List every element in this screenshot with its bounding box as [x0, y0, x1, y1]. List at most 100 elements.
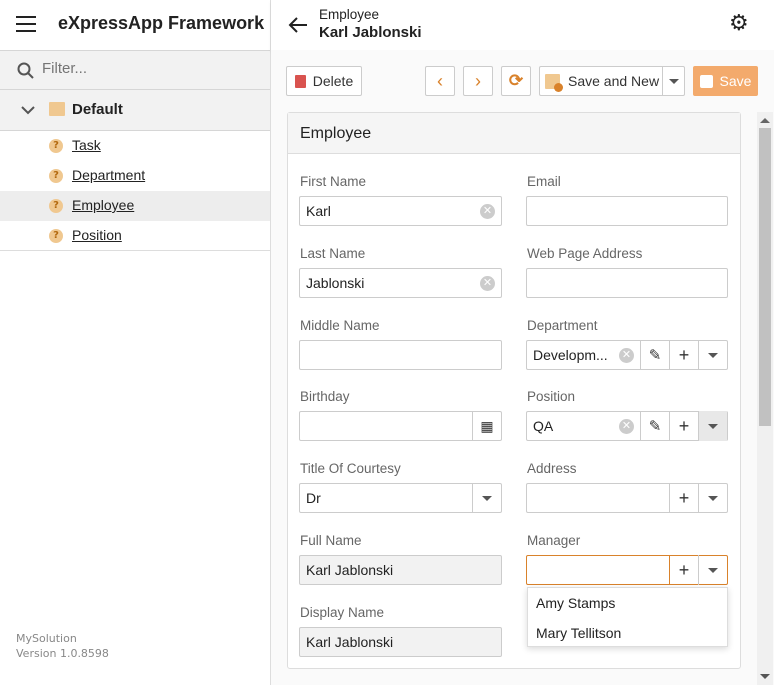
web-page-input[interactable] — [526, 268, 728, 298]
add-button[interactable]: + — [669, 483, 698, 513]
dropdown-button[interactable] — [698, 411, 727, 441]
filter-input[interactable] — [40, 59, 260, 78]
edit-button[interactable]: ✎ — [640, 340, 669, 370]
scroll-up-icon[interactable] — [760, 118, 770, 123]
position-lookup[interactable]: QA ✕ ✎ + — [526, 411, 728, 441]
save-options-dropdown[interactable] — [662, 67, 685, 95]
next-button[interactable]: › — [463, 66, 493, 96]
address-lookup[interactable]: + — [526, 483, 728, 513]
hamburger-icon[interactable] — [16, 16, 36, 32]
nav-item-department[interactable]: ? Department — [0, 161, 270, 191]
email-input[interactable] — [526, 196, 728, 226]
plus-icon: + — [678, 559, 690, 580]
department-value: Developm... — [533, 347, 608, 363]
nav-item-task[interactable]: ? Task — [0, 131, 270, 161]
save-new-icon — [545, 73, 563, 92]
nav-item-label[interactable]: Employee — [72, 197, 134, 213]
middle-name-label: Middle Name — [300, 318, 380, 333]
caret-down-icon — [708, 423, 718, 429]
filter-box — [0, 50, 270, 90]
nav-group-default[interactable]: Default — [0, 90, 270, 131]
manager-lookup[interactable]: + — [526, 555, 728, 585]
first-name-value: Karl — [306, 203, 331, 219]
form-group-title: Employee — [288, 113, 740, 154]
header: Employee Karl Jablonski ⚙ — [271, 0, 774, 50]
chevron-left-icon: ‹ — [437, 70, 443, 91]
title-of-courtesy-label: Title Of Courtesy — [300, 461, 401, 476]
chevron-down-icon — [21, 106, 35, 115]
nav-item-label[interactable]: Department — [72, 167, 145, 183]
last-name-input[interactable]: Jablonski ✕ — [299, 268, 502, 298]
caret-down-icon — [708, 567, 718, 573]
birthday-input[interactable]: ▦ — [299, 411, 502, 441]
save-and-new-button[interactable]: Save and New — [539, 66, 685, 96]
clear-icon[interactable]: ✕ — [480, 204, 495, 219]
unknown-object-icon: ? — [49, 229, 63, 243]
sidebar: eXpressApp Framework Default ? Task ? Depa… — [0, 0, 271, 685]
nav-group-label: Default — [72, 101, 123, 118]
add-button[interactable]: + — [669, 555, 698, 585]
first-name-input[interactable]: Karl ✕ — [299, 196, 502, 226]
nav-item-label[interactable]: Task — [72, 137, 101, 153]
refresh-icon: ⟳ — [508, 71, 524, 90]
caret-down-icon — [708, 352, 718, 358]
trash-icon — [294, 74, 306, 88]
plus-icon: + — [678, 487, 690, 508]
clear-icon[interactable]: ✕ — [480, 276, 495, 291]
middle-name-input[interactable] — [299, 340, 502, 370]
edit-button[interactable]: ✎ — [640, 411, 669, 441]
add-button[interactable]: + — [669, 411, 698, 441]
clear-icon[interactable]: ✕ — [619, 419, 634, 434]
back-arrow-icon[interactable] — [288, 16, 308, 34]
first-name-label: First Name — [300, 174, 367, 189]
last-name-value: Jablonski — [306, 275, 365, 291]
full-name-value: Karl Jablonski — [306, 562, 394, 578]
view-subtitle: Employee — [319, 7, 380, 22]
version-label: Version 1.0.8598 — [16, 647, 109, 660]
address-label: Address — [527, 461, 577, 476]
view-title: Karl Jablonski — [319, 24, 422, 41]
refresh-button[interactable]: ⟳ — [501, 66, 531, 96]
display-name-field: Karl Jablonski — [299, 627, 502, 657]
clear-icon[interactable]: ✕ — [619, 348, 634, 363]
gear-icon[interactable]: ⚙ — [729, 11, 749, 36]
dropdown-button[interactable] — [698, 340, 727, 370]
display-name-label: Display Name — [300, 605, 385, 620]
full-name-field: Karl Jablonski — [299, 555, 502, 585]
email-label: Email — [527, 174, 561, 189]
pencil-icon: ✎ — [648, 347, 662, 364]
department-lookup[interactable]: Developm... ✕ ✎ + — [526, 340, 728, 370]
folder-icon — [49, 102, 65, 116]
title-of-courtesy-select[interactable]: Dr — [299, 483, 502, 513]
scrollbar-thumb[interactable] — [759, 128, 771, 426]
add-button[interactable]: + — [669, 340, 698, 370]
plus-icon: + — [678, 415, 690, 436]
full-name-label: Full Name — [300, 533, 362, 548]
manager-option[interactable]: Amy Stamps — [528, 588, 727, 618]
chevron-right-icon: › — [475, 70, 481, 91]
dropdown-button[interactable] — [698, 483, 727, 513]
search-icon — [17, 62, 34, 79]
caret-down-icon — [669, 78, 679, 84]
save-label: Save — [719, 73, 752, 89]
nav-item-employee[interactable]: ? Employee — [0, 191, 270, 221]
nav-item-position[interactable]: ? Position — [0, 221, 270, 251]
calendar-button[interactable]: ▦ — [472, 411, 501, 441]
last-name-label: Last Name — [300, 246, 366, 261]
scroll-down-icon[interactable] — [760, 674, 770, 679]
unknown-object-icon: ? — [49, 139, 63, 153]
dropdown-button[interactable] — [472, 483, 501, 513]
manager-label: Manager — [527, 533, 581, 548]
previous-button[interactable]: ‹ — [425, 66, 455, 96]
caret-down-icon — [482, 495, 492, 501]
delete-button[interactable]: Delete — [286, 66, 362, 96]
position-label: Position — [527, 389, 576, 404]
title-of-courtesy-value: Dr — [306, 490, 321, 506]
unknown-object-icon: ? — [49, 169, 63, 183]
web-page-label: Web Page Address — [527, 246, 643, 261]
dropdown-button[interactable] — [698, 555, 727, 585]
unknown-object-icon: ? — [49, 199, 63, 213]
save-button[interactable]: Save — [693, 66, 758, 96]
manager-option[interactable]: Mary Tellitson — [528, 618, 727, 648]
nav-item-label[interactable]: Position — [72, 227, 122, 243]
